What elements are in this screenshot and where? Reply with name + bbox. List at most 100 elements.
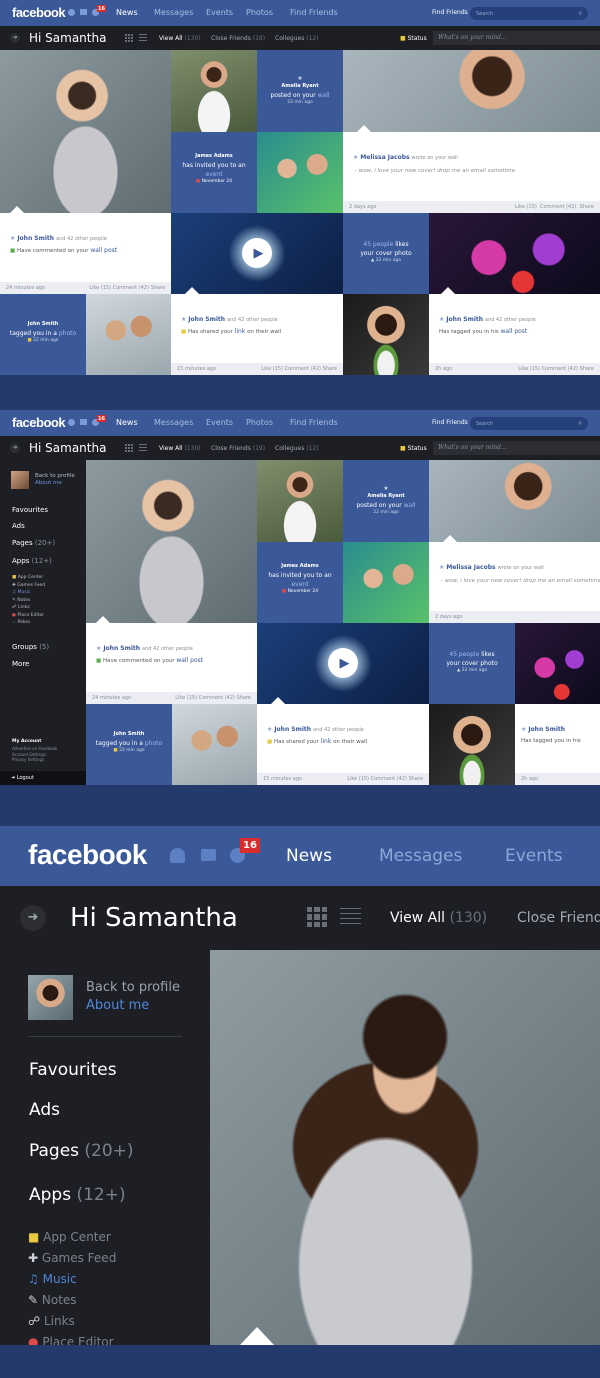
nav-news[interactable]: News	[116, 8, 138, 17]
video-concert[interactable]: ▶	[257, 623, 429, 704]
photo-couple[interactable]	[172, 704, 257, 785]
login-icon[interactable]: ➜	[10, 33, 20, 43]
like-button[interactable]: Like (15)	[175, 695, 197, 701]
facebook-logo[interactable]: facebook	[12, 5, 66, 20]
about-me-link[interactable]: About me	[86, 998, 149, 1013]
nav-news[interactable]: News	[286, 846, 332, 866]
grid-view-icon[interactable]	[125, 34, 133, 42]
search-box[interactable]: Search ⚲	[470, 417, 588, 430]
photo-woman-sunglasses[interactable]	[0, 50, 171, 213]
filter-collegues[interactable]: Collegues (12)	[275, 445, 319, 452]
avatar[interactable]	[11, 471, 29, 489]
share-button[interactable]: Share	[409, 776, 423, 782]
login-icon[interactable]: ➜	[20, 905, 46, 931]
list-view-icon[interactable]	[139, 444, 147, 453]
like-button[interactable]: Like (15)	[515, 204, 537, 210]
sidebar-app-item[interactable]: ✎ Notes	[28, 1290, 116, 1311]
sidebar-app-item[interactable]: ☍ Links	[12, 604, 45, 612]
sidebar-app-item[interactable]: ● Place Editor	[28, 1332, 116, 1345]
post-link[interactable]: link	[235, 328, 246, 335]
facebook-logo[interactable]: facebook	[28, 839, 147, 871]
messages-icon[interactable]	[201, 849, 216, 861]
friends-icon[interactable]	[68, 9, 75, 16]
friends-icon[interactable]	[170, 848, 185, 863]
post-melissa[interactable]: ★ Melissa Jacobs wrote on your wall - wo…	[343, 132, 600, 213]
post-melissa[interactable]: ★ Melissa Jacobs wrote on your wall - wo…	[429, 542, 600, 623]
post-james[interactable]: James Adams has invited you to an event …	[257, 542, 343, 623]
comment-button[interactable]: Comment (42)	[285, 366, 321, 372]
sidebar-app-item[interactable]: ✚ Games Feed	[12, 582, 45, 590]
grid-view-icon[interactable]	[307, 907, 327, 927]
post-john-tag[interactable]: John Smith tagged you in a photo ■ 22 mi…	[86, 704, 172, 785]
sidebar-item-more[interactable]: More	[12, 660, 29, 668]
grid-view-icon[interactable]	[125, 444, 133, 452]
filter-collegues[interactable]: Collegues (12)	[275, 35, 319, 42]
filter-close-friends[interactable]: Close Friends	[517, 910, 600, 926]
post-link[interactable]: wall post	[90, 247, 117, 254]
photo-woman-cover[interactable]	[429, 460, 600, 542]
comment-button[interactable]: Comment (42)	[113, 285, 149, 291]
status-button[interactable]: ■ Status	[400, 445, 427, 452]
filter-close-friends[interactable]: Close Friends (19)	[211, 445, 265, 452]
sidebar-item-pages[interactable]: Pages (20+)	[12, 539, 55, 547]
post-john-share[interactable]: ★ John Smith and 42 other people ■ Has s…	[257, 697, 429, 785]
photo-woman-white[interactable]	[171, 50, 257, 132]
sidebar-app-item[interactable]: ♫ Music	[28, 1269, 116, 1290]
like-button[interactable]: Like (15)	[89, 285, 111, 291]
sidebar-item-apps[interactable]: Apps (12+)	[29, 1185, 126, 1205]
nav-events[interactable]: Events	[206, 418, 233, 427]
sidebar-item-groups[interactable]: Groups (5)	[12, 643, 49, 651]
account-link[interactable]: Advertise on Facebook	[12, 746, 57, 752]
search-box[interactable]: Search ⚲	[470, 7, 588, 20]
photo-friends-selfie[interactable]	[343, 542, 429, 623]
post-link[interactable]: wall post	[501, 328, 528, 335]
nav-photos[interactable]: Photos	[246, 8, 273, 17]
video-concert[interactable]: ▶	[171, 213, 343, 294]
post-link[interactable]: event	[257, 580, 343, 589]
sidebar-item-favourites[interactable]: Favourites	[12, 506, 48, 514]
about-me-link[interactable]: About me	[35, 480, 62, 486]
sidebar-item-ads[interactable]: Ads	[29, 1100, 60, 1120]
post-john-share[interactable]: ★ John Smith and 42 other people ■ Has s…	[171, 287, 343, 375]
sidebar-item-pages[interactable]: Pages (20+)	[29, 1141, 134, 1161]
photo-woman-cover[interactable]	[343, 50, 600, 132]
find-friends-link[interactable]: Find Friends	[432, 419, 468, 426]
list-view-icon[interactable]	[340, 908, 361, 926]
filter-view-all[interactable]: View All (130)	[159, 35, 201, 42]
post-link[interactable]: 45 people	[449, 651, 479, 658]
photo-woman-salad[interactable]	[343, 294, 429, 375]
sidebar-item-favourites[interactable]: Favourites	[29, 1060, 117, 1080]
logout-button[interactable]: ➜ Logout	[0, 771, 86, 785]
nav-messages[interactable]: Messages	[154, 8, 193, 17]
like-button[interactable]: Like (15)	[518, 366, 540, 372]
post-cover-likes[interactable]: 45 people likes your cover photo ▲ 22 mi…	[429, 623, 515, 704]
photo-couple[interactable]	[86, 294, 171, 375]
post-john-comment[interactable]: ★ John Smith and 42 other people ■ Have …	[86, 616, 257, 704]
sidebar-app-item[interactable]: ♫ Music	[12, 589, 45, 597]
post-john-comment[interactable]: ★ John Smith and 42 other people ■ Have …	[0, 206, 171, 294]
nav-events[interactable]: Events	[206, 8, 233, 17]
photo-woman-salad[interactable]	[429, 704, 515, 785]
photo-friends-selfie[interactable]	[257, 132, 343, 213]
post-john-wall[interactable]: ★ John Smith Has tagged you in his 2h ag…	[515, 704, 600, 785]
sidebar-item-ads[interactable]: Ads	[12, 522, 25, 530]
post-link[interactable]: photo	[59, 330, 76, 337]
status-input[interactable]: What's on your mind...	[433, 31, 600, 45]
filter-close-friends[interactable]: Close Friends (19)	[211, 35, 265, 42]
sidebar-app-item[interactable]: ✚ Games Feed	[28, 1248, 116, 1269]
post-link[interactable]: link	[321, 738, 332, 745]
login-icon[interactable]: ➜	[10, 443, 20, 453]
search-icon[interactable]: ⚲	[578, 11, 582, 17]
back-to-profile-link[interactable]: Back to profile	[35, 473, 75, 479]
avatar[interactable]	[28, 975, 73, 1020]
play-button[interactable]: ▶	[242, 238, 272, 268]
sidebar-app-item[interactable]: ● Place Editor	[12, 612, 45, 620]
back-to-profile-link[interactable]: Back to profile	[86, 980, 180, 995]
account-link[interactable]: Privacy Settings	[12, 757, 57, 763]
nav-events[interactable]: Events	[505, 846, 563, 866]
post-link[interactable]: wall	[404, 502, 416, 509]
photo-woman-white[interactable]	[257, 460, 343, 542]
comment-button[interactable]: Comment (42)	[371, 776, 407, 782]
comment-button[interactable]: Comment (42)	[540, 204, 576, 210]
photo-cocktails[interactable]	[515, 623, 600, 704]
